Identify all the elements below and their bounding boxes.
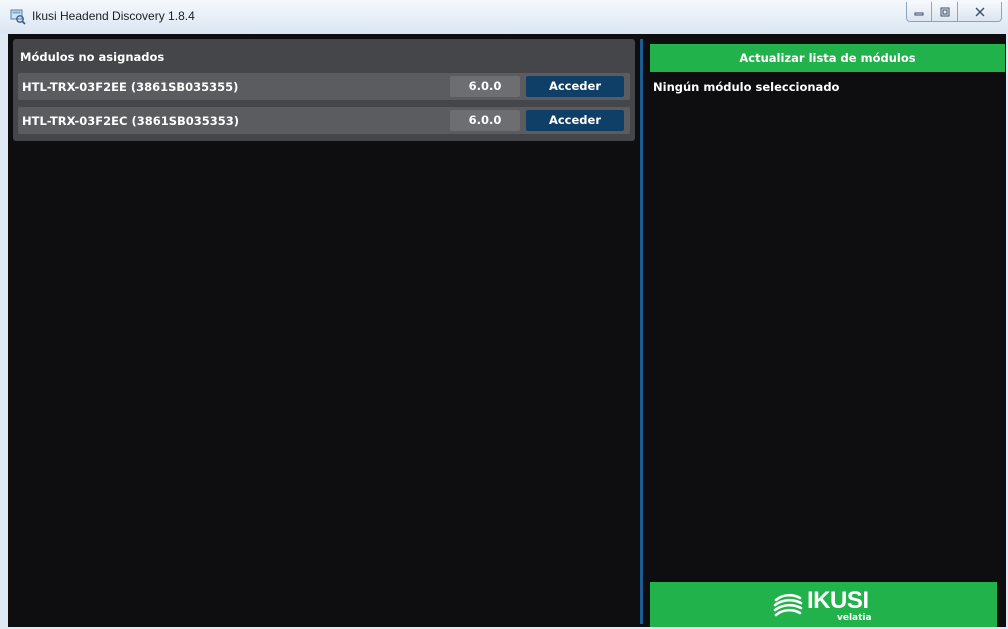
close-button[interactable] <box>958 2 1002 22</box>
maximize-button[interactable] <box>932 2 958 22</box>
version-badge: 6.0.0 <box>450 76 520 97</box>
window-title: Ikusi Headend Discovery 1.8.4 <box>32 9 195 23</box>
selection-status: Ningún módulo seleccionado <box>653 80 840 94</box>
refresh-modules-button[interactable]: Actualizar lista de módulos <box>650 44 1005 72</box>
maximize-icon <box>940 7 949 16</box>
close-icon <box>975 7 984 16</box>
module-row[interactable]: HTL-TRX-03F2EE (3861SB035355) 6.0.0 Acce… <box>18 73 630 100</box>
panel-splitter[interactable] <box>640 39 643 624</box>
access-button[interactable]: Acceder <box>526 110 624 131</box>
access-button[interactable]: Acceder <box>526 76 624 97</box>
unassigned-modules-panel: Módulos no asignados HTL-TRX-03F2EE (386… <box>13 39 635 141</box>
brand-subtitle: velatia <box>837 613 872 623</box>
magnifier-app-icon <box>10 9 26 25</box>
window-controls <box>906 2 1002 24</box>
window-titlebar[interactable]: Ikusi Headend Discovery 1.8.4 <box>0 0 1008 34</box>
minimize-button[interactable] <box>906 2 932 22</box>
brand-footer: IKUSI velatia <box>650 582 997 627</box>
minimize-icon <box>914 12 924 15</box>
ikusi-logo-icon <box>773 593 803 617</box>
app-body: Módulos no asignados HTL-TRX-03F2EE (386… <box>8 34 1006 627</box>
brand-name: IKUSI <box>807 587 869 614</box>
panel-title: Módulos no asignados <box>20 50 165 64</box>
version-badge: 6.0.0 <box>450 110 520 131</box>
module-row[interactable]: HTL-TRX-03F2EC (3861SB035353) 6.0.0 Acce… <box>18 107 630 134</box>
module-name: HTL-TRX-03F2EC (3861SB035353) <box>22 114 240 128</box>
module-name: HTL-TRX-03F2EE (3861SB035355) <box>22 80 239 94</box>
